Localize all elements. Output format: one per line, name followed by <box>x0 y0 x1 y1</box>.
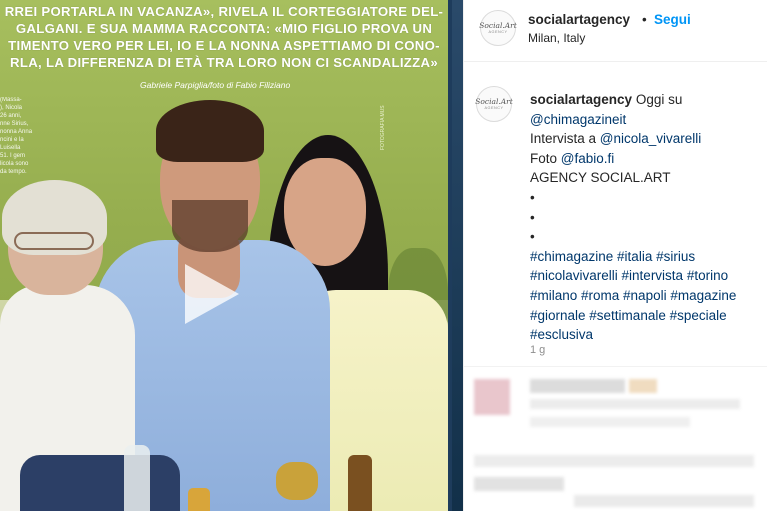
play-icon-svg <box>185 264 239 324</box>
photo-man-beard <box>172 200 248 252</box>
magazine-headline-line: GALGANI. E SUA MAMMA RACCONTA: «MIO FIGL… <box>15 21 433 36</box>
hashtag-line[interactable]: #milano #roma #napoli #magazine <box>530 286 762 306</box>
photo-caption-line: Luisella <box>0 145 21 151</box>
photo-bottle-glass <box>124 445 150 511</box>
photo-caption-line: nne Sirius, <box>0 121 29 127</box>
follow-button[interactable]: Segui <box>654 12 691 27</box>
comment-text-blurred <box>474 455 754 467</box>
post-timestamp: 1 g <box>530 344 546 356</box>
magazine-headline-line: RREI PORTARLA IN VACANZA», RIVELA IL COR… <box>4 4 444 19</box>
location-link[interactable]: Milan, Italy <box>528 31 585 45</box>
comment-text-blurred <box>530 417 690 427</box>
photo-bottle-small <box>188 488 210 511</box>
photo-man-hair <box>156 100 264 162</box>
avatar-logo-text: Social.Art <box>475 97 513 106</box>
magazine-headline-line: RLA, LA DIFFERENZA DI ETÀ TRA LORO NON C… <box>10 55 438 70</box>
hashtag-line[interactable]: #nicolavivarelli #intervista #torino <box>530 266 762 286</box>
caption-photo-prefix: Foto <box>530 150 558 166</box>
comment-avatar-blurred <box>474 379 510 415</box>
post-caption: Social.Art AGENCY socialartagency Oggi s… <box>464 62 767 370</box>
magazine-photo-caption: (Massa- ), Nicola 26 anni, nne Sirius, n… <box>0 96 60 176</box>
caption-line: socialartagency Oggi su <box>530 90 762 110</box>
photo-caption-line: ncini e la <box>0 137 24 143</box>
magazine-credit: Gabriele Parpiglia/foto di Fabio Filizia… <box>140 80 291 90</box>
hashtag-line[interactable]: #esclusiva <box>530 325 762 345</box>
mention-interview-link[interactable]: @nicola_vivarelli <box>600 131 702 146</box>
comment-text-blurred <box>474 477 564 491</box>
comment-text-blurred <box>530 399 740 409</box>
caption-bullet: • <box>530 189 535 205</box>
header-separator-dot: • <box>642 12 647 27</box>
mention-photo-link[interactable]: @fabio.fi <box>561 151 614 166</box>
photo-grandma-glasses <box>14 232 94 250</box>
magazine-page-edge-shade <box>452 0 463 511</box>
caption-agency: AGENCY SOCIAL.ART <box>530 170 671 186</box>
magazine-side-credit: FOTOGRAFIA MUS <box>380 105 386 150</box>
caption-intro: Oggi su <box>635 92 683 107</box>
photo-jeans <box>20 455 180 511</box>
post-media[interactable]: RREI PORTARLA IN VACANZA», RIVELA IL COR… <box>0 0 463 511</box>
photo-caption-line: nonna Anna <box>0 129 33 135</box>
magazine-headline-line: TIMENTO VERO PER LEI, IO E LA NONNA ASPE… <box>8 38 440 53</box>
post-header: Social.Art AGENCY socialartagency • Segu… <box>464 0 767 62</box>
caption-line: Foto @fabio.fi <box>530 149 762 169</box>
caption-bullet: • <box>530 229 535 245</box>
mention-magazine-link[interactable]: @chimagazineit <box>530 112 626 127</box>
photo-bottle-brown <box>348 455 372 511</box>
photo-caption-line: ), Nicola <box>0 105 23 111</box>
avatar[interactable]: Social.Art AGENCY <box>479 10 517 46</box>
caption-username-link[interactable]: socialartagency <box>530 92 632 107</box>
photo-bracelet <box>276 462 318 500</box>
avatar-logo-sub: AGENCY <box>484 106 504 110</box>
caption-avatar[interactable]: Social.Art AGENCY <box>475 86 513 122</box>
caption-line: Intervista a @nicola_vivarelli <box>530 129 762 149</box>
hashtag-line[interactable]: #chimagazine #italia #sirius <box>530 247 762 267</box>
comment-text-blurred <box>574 495 754 507</box>
comment-text-blurred <box>530 379 625 393</box>
caption-bullet: • <box>530 209 535 225</box>
hashtag-line[interactable]: #giornale #settimanale #speciale <box>530 306 762 326</box>
comment-emoji-blurred <box>629 379 657 393</box>
photo-caption-line: 26 anni, <box>0 113 22 119</box>
avatar-logo-text: Social.Art <box>479 21 517 30</box>
caption-line: @chimagazineit <box>530 110 762 130</box>
avatar-logo-sub: AGENCY <box>488 30 508 34</box>
photo-caption-line: da tempo. <box>0 169 27 175</box>
caption-interview-prefix: Intervista a <box>530 131 597 147</box>
photo-caption-line: 51. I gem <box>0 153 26 159</box>
header-username-link[interactable]: socialartagency <box>528 12 630 27</box>
play-icon[interactable] <box>181 262 241 326</box>
photo-caption-line: licola sono <box>0 161 29 167</box>
caption-text: socialartagency Oggi su @chimagazineit I… <box>530 90 762 345</box>
photo-caption-line: (Massa- <box>0 97 22 103</box>
post-sidebar: Social.Art AGENCY socialartagency • Segu… <box>463 0 767 511</box>
comments-list-blurred <box>464 366 767 511</box>
